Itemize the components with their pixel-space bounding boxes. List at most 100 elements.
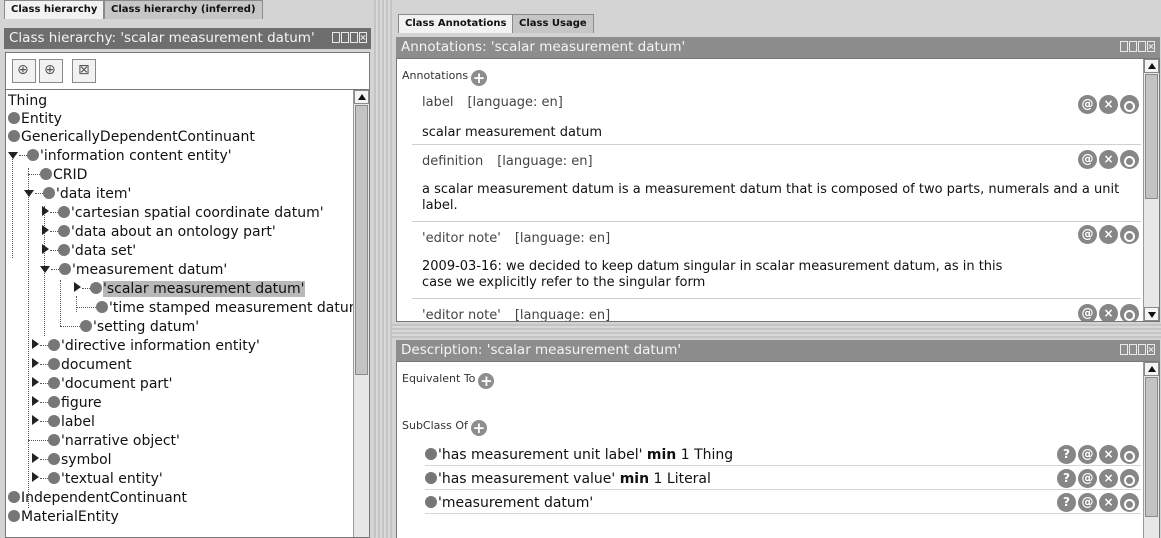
annotations-scrollbar[interactable]: [1143, 59, 1159, 321]
tree-node-data-item[interactable]: 'data item': [24, 185, 131, 204]
edit-icon[interactable]: [1120, 304, 1139, 321]
superclass-row[interactable]: 'has measurement unit label' min 1 Thing…: [425, 444, 1141, 466]
edit-icon[interactable]: [1120, 493, 1139, 512]
collapsed-arrow-icon[interactable]: [32, 339, 39, 349]
scroll-thumb[interactable]: [1145, 377, 1158, 517]
tree-node-document-part[interactable]: 'document part': [32, 375, 173, 394]
tree-node-directive-information-entity[interactable]: 'directive information entity': [32, 337, 260, 356]
collapsed-arrow-icon[interactable]: [32, 453, 39, 463]
scroll-thumb[interactable]: [1145, 74, 1158, 199]
add-superclass-icon[interactable]: +: [470, 420, 487, 436]
tree-node-entity[interactable]: Entity: [8, 110, 62, 129]
vertical-splitter[interactable]: [374, 0, 392, 538]
annotate-icon[interactable]: @: [1078, 95, 1097, 114]
delete-icon[interactable]: ×: [1099, 304, 1118, 321]
tree-node-textual-entity[interactable]: 'textual entity': [32, 470, 163, 489]
tree-node-figure[interactable]: figure: [32, 394, 102, 413]
tree-node-narrative-object[interactable]: 'narrative object': [28, 432, 180, 451]
minimize-view-icon[interactable]: [1129, 41, 1137, 52]
delete-icon[interactable]: ×: [1099, 225, 1118, 244]
float-view-icon[interactable]: [1120, 41, 1128, 52]
tab-class-hierarchy[interactable]: Class hierarchy: [4, 0, 105, 19]
description-scrollbar[interactable]: [1143, 362, 1159, 538]
tree-node-measurement-datum[interactable]: 'measurement datum': [40, 261, 227, 280]
tree-node-label[interactable]: label: [32, 413, 95, 432]
tree-node-scalar-measurement-datum[interactable]: 'scalar measurement datum': [74, 280, 305, 299]
class-hierarchy-tree[interactable]: Thing Entity GenericallyDependentContinu…: [5, 89, 370, 538]
scroll-down-arrow-icon[interactable]: [1144, 307, 1159, 321]
tree-scrollbar[interactable]: [353, 90, 369, 537]
minimize-view-icon[interactable]: [1129, 344, 1137, 355]
delete-icon[interactable]: ×: [1099, 150, 1118, 169]
delete-icon[interactable]: ×: [1099, 95, 1118, 114]
minimize-view-icon[interactable]: [341, 32, 349, 43]
annotate-icon[interactable]: @: [1078, 150, 1097, 169]
delete-icon[interactable]: ×: [1099, 445, 1118, 464]
tree-node-data-about-an-ontology-part[interactable]: 'data about an ontology part': [42, 223, 276, 242]
tree-node-data-set[interactable]: 'data set': [42, 242, 136, 261]
tree-node-setting-datum[interactable]: 'setting datum': [60, 318, 199, 337]
view-controls[interactable]: [1120, 41, 1155, 52]
view-controls[interactable]: [1120, 344, 1155, 355]
scroll-thumb[interactable]: [355, 105, 368, 375]
delete-icon[interactable]: ×: [1099, 493, 1118, 512]
tree-node-cartesian-spatial-coordinate-datum[interactable]: 'cartesian spatial coordinate datum': [42, 204, 324, 223]
superclass-row[interactable]: 'measurement datum' ? @ ×: [425, 492, 1141, 514]
tree-node-independent-continuant[interactable]: IndependentContinuant: [8, 489, 187, 508]
add-equivalent-icon[interactable]: +: [478, 373, 495, 389]
annotate-icon[interactable]: @: [1078, 304, 1097, 321]
expanded-arrow-icon[interactable]: [40, 266, 50, 273]
edit-icon[interactable]: [1120, 95, 1139, 114]
scroll-up-arrow-icon[interactable]: [1144, 362, 1159, 376]
expanded-arrow-icon[interactable]: [24, 190, 34, 197]
tree-node-symbol[interactable]: symbol: [32, 451, 112, 470]
tab-class-annotations[interactable]: Class Annotations: [398, 14, 514, 33]
collapsed-arrow-icon[interactable]: [42, 206, 49, 216]
maximize-view-icon[interactable]: [1138, 344, 1146, 355]
collapsed-arrow-icon[interactable]: [32, 396, 39, 406]
annotate-icon[interactable]: @: [1078, 469, 1097, 488]
tree-node-crid[interactable]: CRID: [28, 166, 87, 185]
scroll-up-arrow-icon[interactable]: [354, 90, 369, 104]
add-annotation-icon[interactable]: +: [471, 70, 488, 86]
edit-icon[interactable]: [1120, 445, 1139, 464]
superclass-row[interactable]: 'has measurement value' min 1 Literal ? …: [425, 468, 1141, 490]
tree-node-time-stamped-measurement-datum[interactable]: 'time stamped measurement datum': [76, 299, 366, 318]
edit-icon[interactable]: [1120, 469, 1139, 488]
tree-node-material-entity[interactable]: MaterialEntity: [8, 508, 119, 527]
annotate-icon[interactable]: @: [1078, 225, 1097, 244]
collapsed-arrow-icon[interactable]: [32, 415, 39, 425]
add-sibling-button[interactable]: ⊕: [39, 59, 63, 83]
close-view-icon[interactable]: [359, 32, 367, 43]
collapsed-arrow-icon[interactable]: [42, 244, 49, 254]
collapsed-arrow-icon[interactable]: [32, 472, 39, 482]
float-view-icon[interactable]: [332, 32, 340, 43]
annotate-icon[interactable]: @: [1078, 493, 1097, 512]
help-icon[interactable]: ?: [1057, 493, 1076, 512]
collapsed-arrow-icon[interactable]: [32, 358, 39, 368]
expanded-arrow-icon[interactable]: [8, 152, 18, 159]
add-subclass-button[interactable]: ⊕: [12, 59, 36, 83]
collapsed-arrow-icon[interactable]: [42, 225, 49, 235]
tree-node-thing[interactable]: Thing: [8, 92, 47, 111]
horizontal-splitter[interactable]: [392, 324, 1161, 338]
maximize-view-icon[interactable]: [350, 32, 358, 43]
close-view-icon[interactable]: [1147, 344, 1155, 355]
delete-class-button[interactable]: ⊠: [72, 59, 96, 83]
annotate-icon[interactable]: @: [1078, 445, 1097, 464]
edit-icon[interactable]: [1120, 150, 1139, 169]
float-view-icon[interactable]: [1120, 344, 1128, 355]
collapsed-arrow-icon[interactable]: [32, 377, 39, 387]
tab-class-usage[interactable]: Class Usage: [512, 14, 594, 33]
help-icon[interactable]: ?: [1057, 445, 1076, 464]
scroll-up-arrow-icon[interactable]: [1144, 59, 1159, 73]
view-controls[interactable]: [332, 32, 367, 43]
edit-icon[interactable]: [1120, 225, 1139, 244]
tab-class-hierarchy-inferred[interactable]: Class hierarchy (inferred): [104, 0, 263, 19]
maximize-view-icon[interactable]: [1138, 41, 1146, 52]
close-view-icon[interactable]: [1147, 41, 1155, 52]
delete-icon[interactable]: ×: [1099, 469, 1118, 488]
collapsed-arrow-icon[interactable]: [74, 282, 81, 292]
tree-node-document[interactable]: document: [32, 356, 132, 375]
tree-node-information-content-entity[interactable]: 'information content entity': [8, 147, 232, 166]
